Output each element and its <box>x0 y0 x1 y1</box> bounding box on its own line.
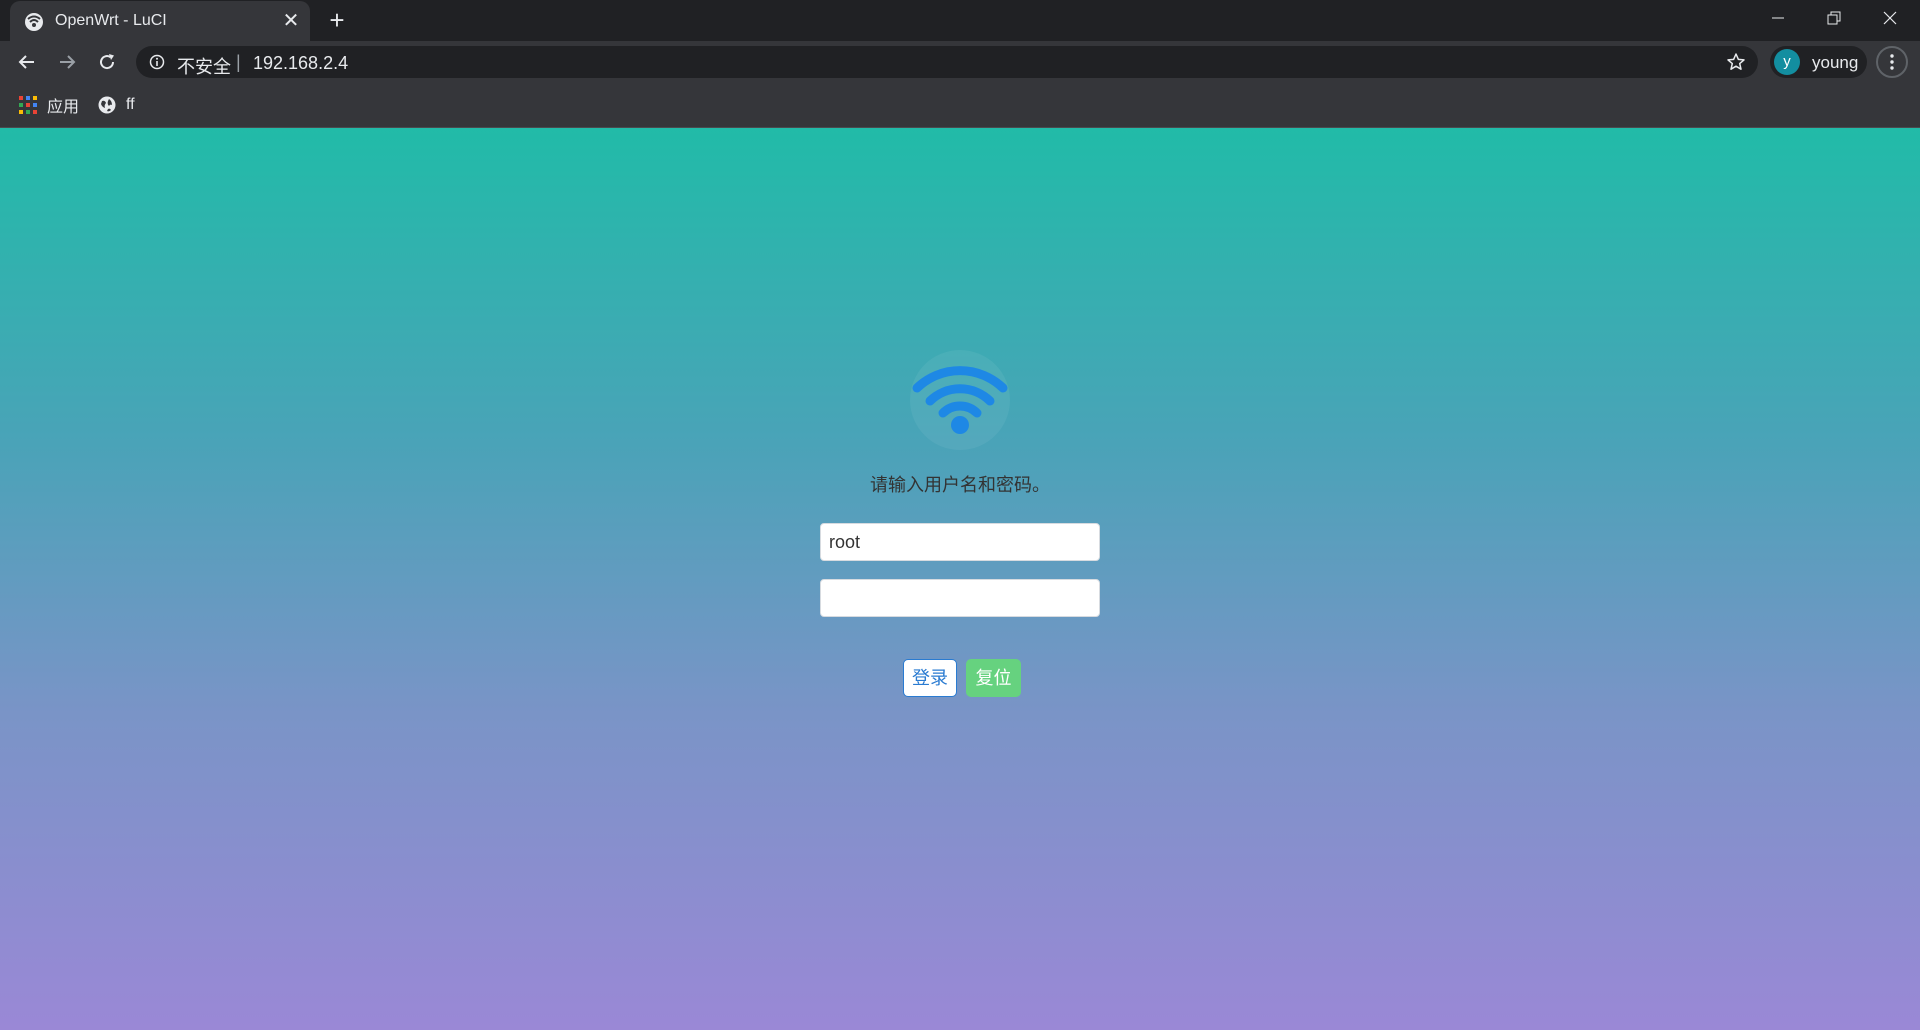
bookmark-label: ff <box>126 96 135 113</box>
bookmark-label: 应用 <box>47 99 80 116</box>
security-label[interactable]: 不安全 <box>177 53 231 79</box>
login-prompt: 请输入用户名和密码。 <box>870 475 1050 495</box>
profile-button[interactable]: y young <box>1770 46 1867 78</box>
globe-icon <box>98 96 116 114</box>
bookmark-ff[interactable]: ff <box>98 93 135 117</box>
username-field[interactable] <box>820 523 1100 561</box>
reload-icon[interactable] <box>91 46 123 78</box>
openwrt-favicon-icon <box>24 12 44 32</box>
profile-name: young <box>1812 53 1859 72</box>
bookmark-star-icon[interactable] <box>1726 52 1746 72</box>
restore-icon[interactable] <box>1806 0 1862 36</box>
apps-grid-icon <box>19 96 37 114</box>
new-tab-icon[interactable]: + <box>325 7 349 33</box>
forward-icon[interactable] <box>51 46 83 78</box>
browser-tab[interactable]: OpenWrt - LuCI ✕ <box>10 1 310 41</box>
bookmarks-bar: 应用 ff <box>0 83 1920 128</box>
page-viewport: 请输入用户名和密码。 登录 复位 <box>0 128 1920 1030</box>
back-icon[interactable] <box>11 46 43 78</box>
tab-title: OpenWrt - LuCI <box>55 12 167 29</box>
bookmark-apps[interactable]: 应用 <box>19 93 79 117</box>
tab-close-icon[interactable]: ✕ <box>280 10 302 32</box>
browser-menu-icon[interactable] <box>1876 46 1908 78</box>
tab-strip: OpenWrt - LuCI ✕ + <box>0 0 1920 41</box>
reset-button[interactable]: 复位 <box>966 659 1021 697</box>
wifi-icon <box>910 350 1010 450</box>
browser-toolbar: 不安全 | 192.168.2.4 y young <box>0 41 1920 83</box>
url-text[interactable]: 192.168.2.4 <box>253 53 348 74</box>
avatar: y <box>1774 49 1800 75</box>
info-icon[interactable] <box>149 54 165 70</box>
window-close-icon[interactable] <box>1862 0 1918 36</box>
password-field[interactable] <box>820 579 1100 617</box>
address-bar[interactable]: 不安全 | 192.168.2.4 <box>136 46 1758 78</box>
login-button[interactable]: 登录 <box>903 659 957 697</box>
security-separator: | <box>236 52 241 72</box>
minimize-icon[interactable] <box>1750 0 1806 36</box>
